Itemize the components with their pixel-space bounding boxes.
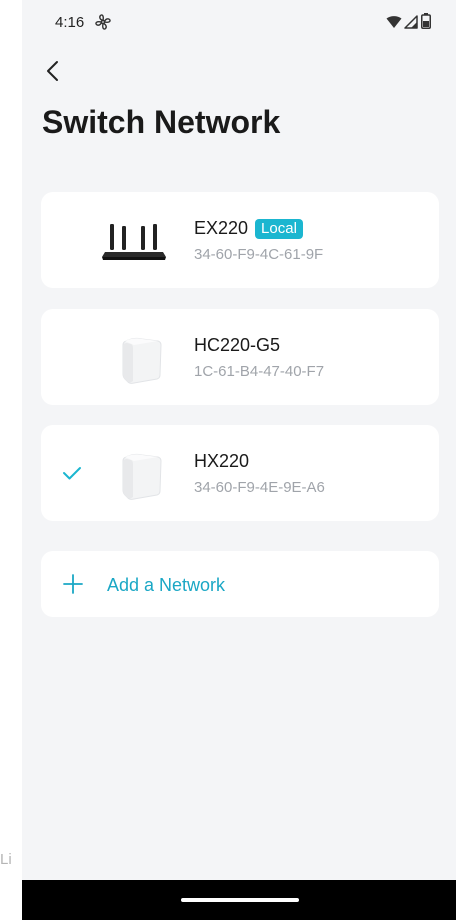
plus-icon <box>63 574 83 594</box>
edge-text: Li <box>0 851 12 868</box>
back-button[interactable] <box>36 54 70 88</box>
fan-icon <box>95 14 111 30</box>
status-time: 4:16 <box>55 14 85 31</box>
network-card-hc220-g5[interactable]: HC220-G5 1C-61-B4-47-40-F7 <box>41 309 439 405</box>
chevron-left-icon <box>47 61 58 81</box>
mesh-unit-icon <box>122 337 162 384</box>
check-icon <box>63 467 81 480</box>
router-icon <box>102 224 166 260</box>
status-bar: 4:16 <box>22 0 456 40</box>
device-name: EX220 <box>194 218 249 238</box>
navigation-bar <box>22 880 456 920</box>
network-card-ex220[interactable]: EX220 Local 34-60-F9-4C-61-9F <box>41 192 439 288</box>
device-mac: 1C-61-B4-47-40-F7 <box>194 363 325 380</box>
switch-network-screen: 4:16 Switch Network EX220 Local 34-60-F9… <box>22 0 456 880</box>
device-name: HC220-G5 <box>194 335 281 355</box>
device-mac: 34-60-F9-4C-61-9F <box>194 246 324 263</box>
signal-icon <box>404 15 418 29</box>
device-mac: 34-60-F9-4E-9E-A6 <box>194 479 325 496</box>
wifi-icon <box>386 16 402 28</box>
device-name: HX220 <box>194 451 250 471</box>
mesh-unit-icon <box>122 453 162 500</box>
home-indicator[interactable] <box>181 898 299 902</box>
add-network-label: Add a Network <box>107 575 226 595</box>
battery-icon <box>421 13 431 29</box>
network-card-hx220[interactable]: HX220 34-60-F9-4E-9E-A6 <box>41 425 439 521</box>
add-network-button[interactable]: Add a Network <box>41 551 439 617</box>
page-title: Switch Network <box>42 104 281 140</box>
local-badge: Local <box>255 219 303 239</box>
